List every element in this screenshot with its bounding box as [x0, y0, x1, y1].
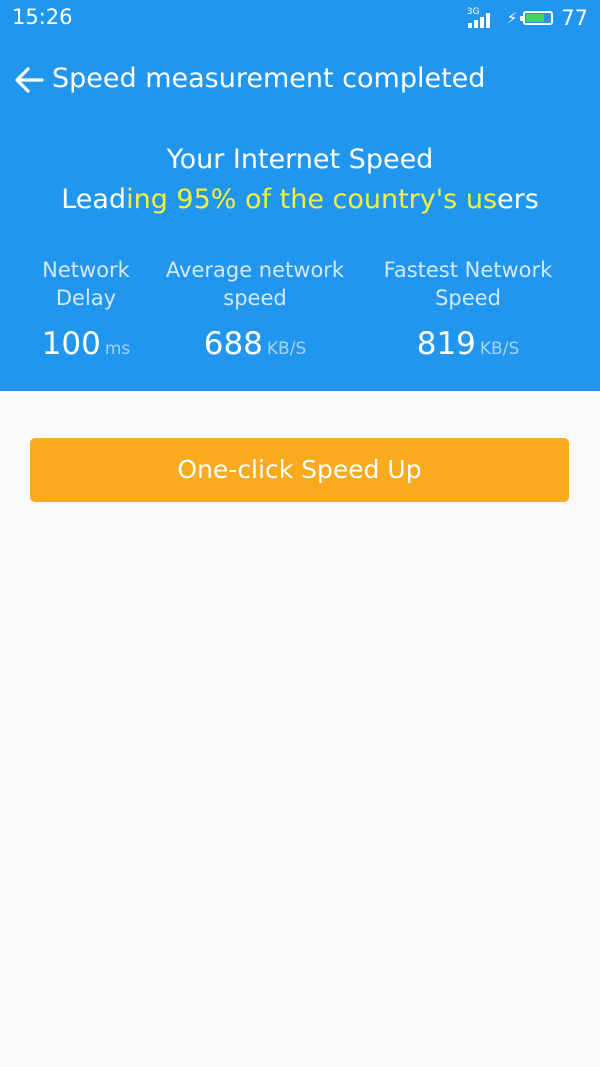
one-click-speed-up-button[interactable]: One-click Speed Up: [30, 438, 569, 502]
stat-value-row: 688 KB/S: [160, 329, 350, 363]
stat-value: 819: [416, 326, 476, 362]
page-title: Speed measurement completed: [52, 63, 486, 94]
charging-icon: ⚡︎: [506, 9, 518, 27]
stat-value: 100: [41, 326, 101, 362]
battery-level-fill: [526, 14, 545, 22]
stat-value: 688: [203, 326, 263, 362]
stat-unit: KB/S: [266, 339, 307, 359]
stat-unit: ms: [104, 339, 131, 359]
header-panel: 15:26 3G ⚡︎ 77 Speed measurement complet…: [0, 0, 600, 391]
stat-value-row: 100 ms: [28, 329, 144, 363]
stat-label: Network Delay: [42, 258, 130, 310]
ranking-highlight: ing 95% of the country's us: [126, 184, 498, 215]
ranking-prefix: Lead: [61, 184, 127, 215]
stat-average-speed: Average network speed 688 KB/S: [160, 256, 350, 363]
stat-value-row: 819 KB/S: [374, 329, 562, 363]
back-arrow-icon[interactable]: [14, 64, 44, 96]
ranking-text: Leading 95% of the country's users: [0, 184, 600, 215]
stat-label: Average network speed: [165, 258, 345, 310]
stat-label: Fastest Network Speed: [383, 258, 553, 310]
stat-network-delay: Network Delay 100 ms: [28, 256, 144, 363]
status-time: 15:26: [12, 5, 73, 29]
speed-heading: Your Internet Speed: [166, 144, 434, 175]
status-bar: 15:26 3G ⚡︎ 77: [0, 0, 600, 36]
ranking-suffix: ers: [497, 184, 539, 215]
battery-icon: [520, 11, 554, 25]
status-icons: 3G ⚡︎ 77: [467, 5, 588, 31]
battery-percentage: 77: [561, 6, 588, 30]
signal-icon: 3G: [467, 7, 497, 29]
stat-fastest-speed: Fastest Network Speed 819 KB/S: [374, 256, 562, 363]
stat-unit: KB/S: [479, 339, 520, 359]
